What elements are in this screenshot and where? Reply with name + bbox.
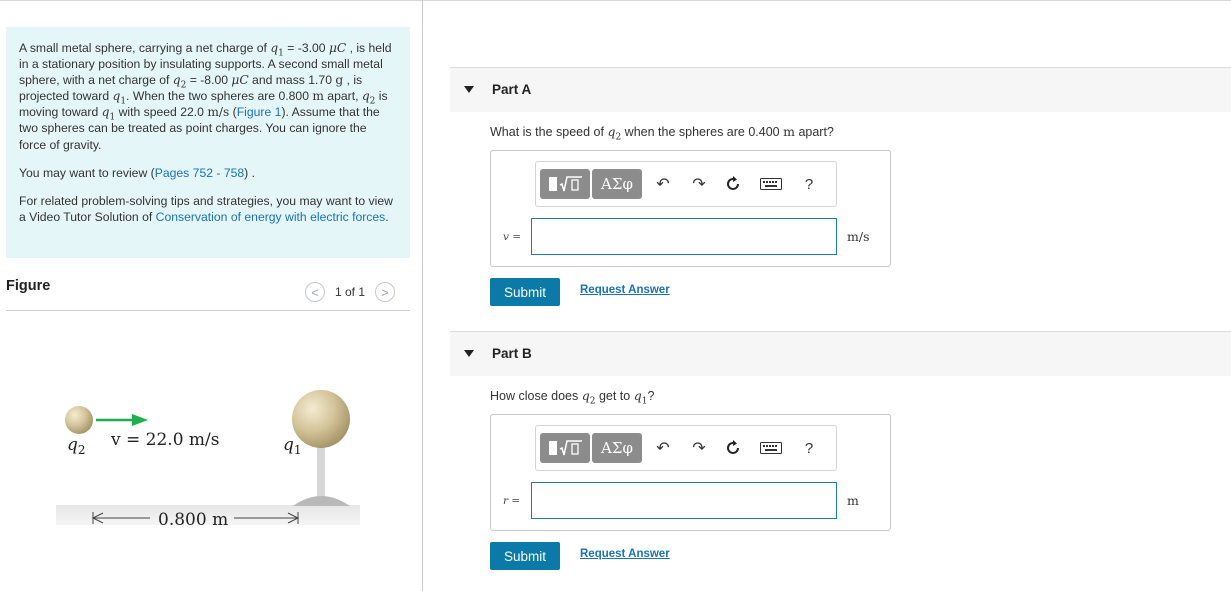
- text: ) .: [244, 165, 256, 180]
- var-q: q: [361, 89, 370, 104]
- part-a-answer-panel: ΑΣφ ↶ ↷ ? v = m/s: [490, 150, 891, 267]
- text: apart,: [323, 89, 362, 104]
- problem-paragraph-1: A small metal sphere, carrying a net cha…: [19, 40, 397, 153]
- part-a-label: Part A: [492, 82, 532, 97]
- redo-icon[interactable]: ↷: [688, 173, 710, 195]
- text: = -3.00: [283, 41, 329, 55]
- part-b-request-answer-link[interactable]: Request Answer: [580, 548, 670, 560]
- text: You may want to review (: [19, 165, 155, 180]
- math-toolbar: ΑΣφ ↶ ↷ ?: [535, 425, 837, 471]
- var-q: q: [633, 388, 642, 403]
- text: . When the two spheres are 0.800: [126, 89, 313, 104]
- video-tutor-link[interactable]: Conservation of energy with electric for…: [156, 210, 386, 224]
- unit-label: m: [847, 493, 859, 508]
- text: with speed 22.0: [115, 105, 208, 120]
- problem-paragraph-2: You may want to review (Pages 752 - 758)…: [19, 165, 397, 181]
- prev-figure-button[interactable]: <: [305, 282, 325, 302]
- help-button[interactable]: ?: [798, 173, 820, 195]
- unit-meter: m: [783, 124, 795, 139]
- physics-figure: q2 v = 22.0 m/s q1 0.800 m: [56, 390, 360, 530]
- unit-speed: m/s: [207, 105, 230, 120]
- text: .: [385, 209, 389, 224]
- pages-link[interactable]: Pages 752 - 758: [155, 166, 244, 180]
- figure-title: Figure: [6, 278, 51, 294]
- q1-sphere: [292, 390, 350, 448]
- templates-button[interactable]: [540, 433, 590, 463]
- text: What is the speed of: [490, 125, 608, 139]
- undo-icon[interactable]: ↶: [652, 437, 674, 459]
- distance-label: 0.800 m: [158, 510, 228, 530]
- part-b-question: How close does q2 get to q1?: [490, 388, 655, 406]
- keyboard-icon[interactable]: [758, 437, 784, 459]
- text: when the spheres are 0.400: [621, 125, 784, 139]
- unit-label: m/s: [847, 229, 870, 244]
- text: How close does: [490, 389, 582, 403]
- template-fraction-sqrt-icon: [549, 440, 582, 456]
- variable-label: v =: [503, 231, 522, 243]
- template-fraction-sqrt-icon: [549, 176, 582, 192]
- chevron-right-icon: >: [381, 284, 389, 300]
- q2-sphere: [65, 406, 93, 434]
- part-b-answer-panel: ΑΣφ ↶ ↷ ? r = m: [490, 414, 891, 531]
- reset-icon[interactable]: [722, 173, 744, 195]
- collapse-triangle-icon[interactable]: [464, 350, 474, 357]
- text: and mass 1.70: [248, 73, 336, 88]
- greek-symbols-button[interactable]: ΑΣφ: [592, 169, 642, 199]
- text: (: [229, 105, 237, 120]
- unit-microcoulomb: μC: [328, 41, 347, 55]
- part-b-submit-button[interactable]: Submit: [490, 542, 560, 570]
- text: get to: [595, 389, 634, 403]
- figure-rule: [6, 310, 410, 311]
- q1-label: q1: [283, 435, 302, 457]
- velocity-arrowhead: [132, 414, 148, 426]
- part-b-header[interactable]: Part B: [450, 332, 1231, 376]
- pager-text: 1 of 1: [335, 285, 366, 299]
- q2-label: q2: [67, 435, 86, 457]
- part-b-answer-input[interactable]: [531, 482, 837, 519]
- problem-statement: A small metal sphere, carrying a net cha…: [6, 27, 410, 258]
- greek-symbols-button[interactable]: ΑΣφ: [592, 433, 642, 463]
- next-figure-button[interactable]: >: [375, 282, 396, 302]
- var-q: q: [172, 73, 181, 88]
- figure-pager: < 1 of 1 >: [305, 281, 396, 303]
- collapse-triangle-icon[interactable]: [464, 86, 474, 93]
- text: = -8.00: [186, 73, 232, 88]
- templates-button[interactable]: [540, 169, 590, 199]
- column-divider: [422, 0, 423, 591]
- variable-label: r =: [503, 495, 521, 507]
- unit-meter: m: [312, 89, 324, 104]
- keyboard-icon[interactable]: [758, 173, 784, 195]
- part-a-answer-input[interactable]: [531, 218, 837, 255]
- text: apart?: [794, 125, 834, 139]
- top-border: [0, 0, 1231, 1]
- math-toolbar: ΑΣφ ↶ ↷ ?: [535, 161, 837, 207]
- undo-icon[interactable]: ↶: [652, 173, 674, 195]
- problem-paragraph-3: For related problem-solving tips and str…: [19, 193, 397, 225]
- figure-link[interactable]: Figure 1: [237, 105, 282, 119]
- var-q: q: [270, 41, 279, 55]
- support-base: [293, 496, 350, 506]
- part-a-header[interactable]: Part A: [450, 68, 1231, 112]
- reset-icon[interactable]: [722, 437, 744, 459]
- help-button[interactable]: ?: [798, 437, 820, 459]
- text: ?: [647, 389, 655, 403]
- part-a-submit-button[interactable]: Submit: [490, 278, 560, 306]
- unit-microcoulomb: μC: [231, 73, 249, 88]
- part-b-label: Part B: [492, 346, 532, 361]
- text: A small metal sphere, carrying a net cha…: [19, 41, 271, 55]
- velocity-label: v = 22.0 m/s: [110, 430, 219, 450]
- redo-icon[interactable]: ↷: [688, 437, 710, 459]
- var-q: q: [581, 388, 590, 403]
- chevron-left-icon: <: [311, 284, 319, 300]
- part-a-request-answer-link[interactable]: Request Answer: [580, 284, 670, 296]
- part-a-question: What is the speed of q2 when the spheres…: [490, 124, 834, 142]
